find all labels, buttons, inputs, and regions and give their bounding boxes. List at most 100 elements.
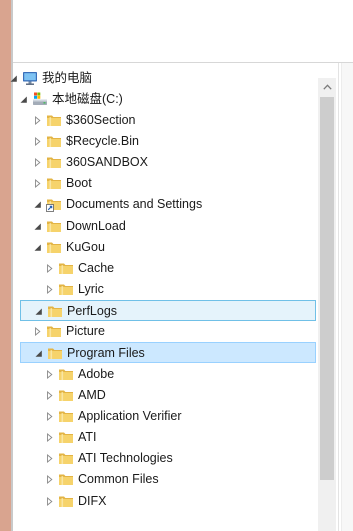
tree-node-label: Documents and Settings — [66, 197, 203, 212]
tree-item-lyric[interactable]: Lyric — [20, 279, 316, 300]
tree-node-label: DIFX — [78, 493, 107, 508]
collapse-toggle[interactable] — [7, 68, 19, 89]
tree-node-icon — [58, 387, 74, 403]
expand-toggle[interactable] — [43, 406, 55, 427]
tree-item-application-verifier[interactable]: Application Verifier — [20, 406, 316, 427]
folder-icon — [47, 115, 61, 126]
tree-node-label: Adobe — [78, 366, 115, 381]
folder-icon — [47, 242, 61, 253]
tree-node-icon — [46, 323, 62, 339]
tree-item-ati[interactable]: ATI — [20, 427, 316, 448]
collapse-toggle[interactable] — [32, 301, 44, 322]
chevron-up-icon — [322, 84, 332, 90]
tree-item-documents-and-settings[interactable]: Documents and Settings — [20, 194, 316, 215]
expand-toggle[interactable] — [31, 152, 43, 173]
folder-icon — [59, 453, 73, 465]
collapse-toggle[interactable] — [31, 237, 43, 258]
tree-node-icon — [46, 239, 62, 255]
tree-node-icon — [22, 70, 38, 86]
folder-icon — [59, 369, 73, 380]
folder-icon — [48, 306, 62, 318]
folder-icon — [59, 474, 73, 486]
tree-item-ati-technologies[interactable]: ATI Technologies — [20, 448, 316, 469]
folder-icon — [48, 348, 62, 360]
tree-node-icon — [32, 91, 48, 107]
tree-item-program-files[interactable]: Program Files — [20, 342, 316, 364]
vertical-scrollbar[interactable] — [318, 78, 336, 531]
collapse-toggle[interactable] — [31, 216, 43, 237]
collapse-toggle[interactable] — [31, 194, 43, 215]
collapsed-arrow-icon — [46, 263, 53, 273]
collapsed-arrow-icon — [34, 327, 41, 337]
tree-item-360sandbox[interactable]: 360SANDBOX — [20, 152, 316, 173]
scroll-thumb[interactable] — [320, 97, 334, 480]
folder-icon — [59, 496, 73, 507]
tree-node-icon — [46, 218, 62, 234]
folder-icon — [47, 157, 61, 169]
tree-node-label: 本地磁盘(C:) — [52, 91, 123, 106]
tree-item-common-files[interactable]: Common Files — [20, 469, 316, 490]
tree-node-icon — [46, 196, 62, 213]
expand-toggle[interactable] — [43, 427, 55, 448]
tree-node-label: Lyric — [78, 282, 104, 296]
collapsed-arrow-icon — [34, 179, 41, 189]
expanded-arrow-icon — [35, 308, 42, 315]
tree-node-icon — [58, 471, 74, 487]
collapsed-arrow-icon — [34, 136, 41, 146]
scroll-up-button[interactable] — [318, 78, 336, 96]
tree-item-perflogs[interactable]: PerfLogs — [20, 300, 316, 322]
tree-item-amd[interactable]: AMD — [20, 385, 316, 406]
tree-node-icon — [46, 154, 62, 170]
tree-item-download[interactable]: DownLoad — [20, 216, 316, 237]
tree-node-label: Application Verifier — [78, 408, 182, 423]
explorer-window: 我的电脑本地磁盘(C:) $360Section $Recycle.Bin 360SA… — [0, 0, 353, 531]
tree-item-360section[interactable]: $360Section — [20, 110, 316, 131]
collapsed-arrow-icon — [46, 369, 53, 379]
expanded-arrow-icon — [34, 201, 41, 209]
tree-node-label: AMD — [78, 387, 106, 402]
collapse-toggle[interactable] — [32, 343, 44, 364]
expand-toggle[interactable] — [31, 110, 43, 131]
expand-toggle[interactable] — [43, 279, 55, 300]
folder-icon — [47, 326, 61, 338]
collapse-toggle[interactable] — [17, 89, 29, 110]
tree-item-boot[interactable]: Boot — [20, 173, 316, 194]
shortcut-folder-icon — [46, 199, 61, 213]
expand-toggle[interactable] — [31, 321, 43, 342]
tree-item-cache[interactable]: Cache — [20, 258, 316, 279]
expand-toggle[interactable] — [43, 491, 55, 512]
tree-node-label: Program Files — [67, 346, 145, 361]
tree-node-icon — [58, 408, 74, 424]
folder-icon — [59, 263, 73, 274]
expand-toggle[interactable] — [31, 131, 43, 152]
tree-node-label: 360SANDBOX — [66, 155, 148, 170]
tree-node-icon — [46, 175, 62, 191]
tree-node-icon — [58, 281, 74, 297]
tree-node-label: $360Section — [66, 112, 136, 127]
tree-node-label: Common Files — [78, 472, 159, 487]
expand-toggle[interactable] — [43, 469, 55, 490]
expand-toggle[interactable] — [43, 364, 55, 385]
expand-toggle[interactable] — [43, 448, 55, 469]
pane-divider[interactable] — [338, 63, 339, 531]
tree-item-difx[interactable]: DIFX — [20, 491, 316, 512]
tree-item-adobe[interactable]: Adobe — [20, 364, 316, 385]
tree-node-icon — [47, 345, 63, 361]
tree-item-kugou[interactable]: KuGou — [20, 237, 316, 258]
tree-item-local-disk[interactable]: 本地磁盘(C:) — [20, 89, 316, 110]
tree-item-picture[interactable]: Picture — [20, 321, 316, 342]
expand-toggle[interactable] — [43, 385, 55, 406]
collapsed-arrow-icon — [34, 158, 41, 168]
drive-icon — [33, 92, 47, 105]
expand-toggle[interactable] — [31, 173, 43, 194]
tree-item-recycle-bin[interactable]: $Recycle.Bin — [20, 131, 316, 152]
tree-node-label: 我的电脑 — [42, 70, 93, 85]
tree-node-icon — [58, 260, 74, 276]
folder-icon — [59, 390, 73, 401]
collapsed-arrow-icon — [46, 454, 53, 464]
tree-node-label: Boot — [66, 176, 92, 191]
tree-root-my-computer[interactable]: 我的电脑 — [10, 68, 316, 89]
folder-icon — [59, 432, 73, 444]
tree-node-label: $Recycle.Bin — [66, 133, 139, 148]
expand-toggle[interactable] — [43, 258, 55, 279]
